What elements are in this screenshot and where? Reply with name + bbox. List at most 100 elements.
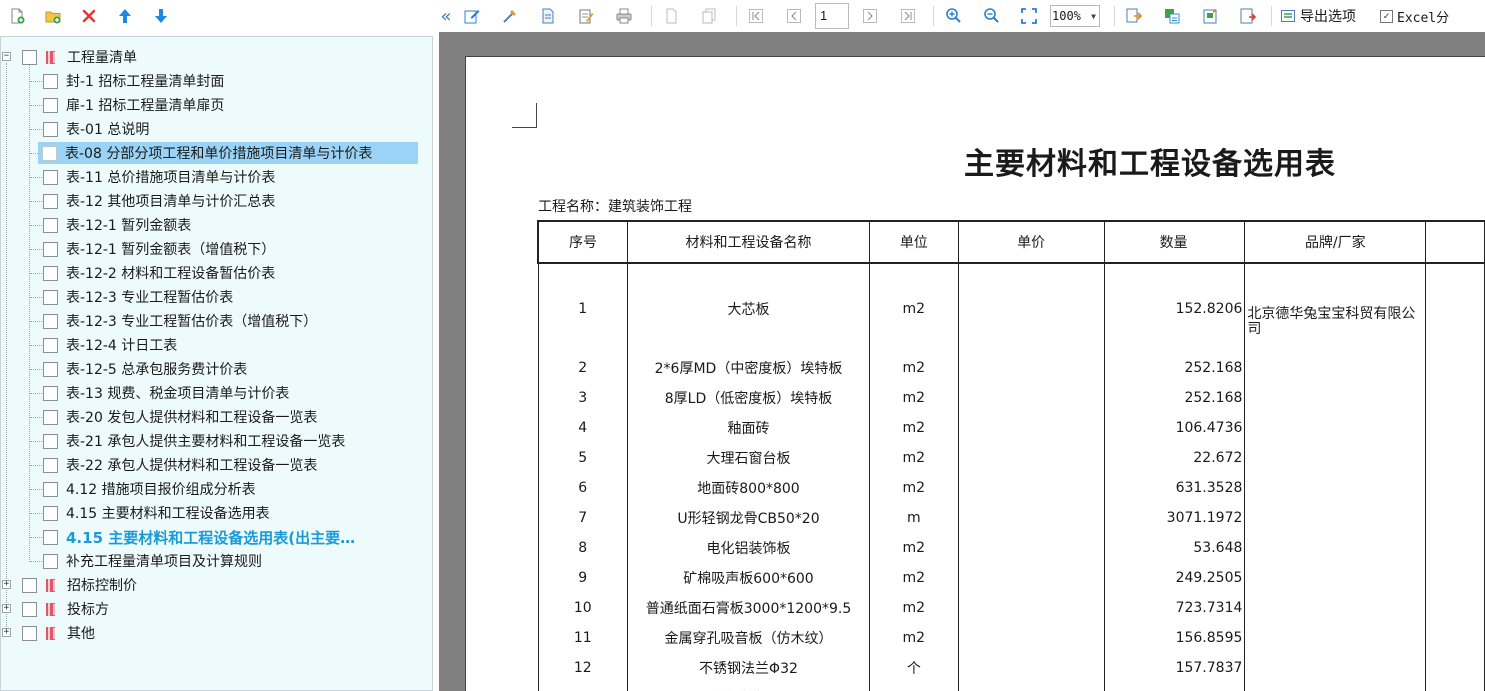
cell-no: 8 xyxy=(537,533,628,563)
cell-quantity: 157.7837 xyxy=(1103,653,1246,683)
expand-node-icon[interactable]: + xyxy=(2,580,11,589)
tree-item-label: 表-12-2 材料和工程设备暂估价表 xyxy=(66,266,276,282)
tree-item-label: 补充工程量清单项目及计算规则 xyxy=(66,554,262,570)
export-page-icon[interactable] xyxy=(1123,5,1145,27)
tree-checkbox[interactable] xyxy=(43,313,58,329)
zoom-select[interactable]: 100% ▼ xyxy=(1050,5,1100,27)
tree-item[interactable]: 表-20 发包人提供材料和工程设备一览表 xyxy=(39,406,317,428)
excel-option-checkbox[interactable]: ✓ Excel分 xyxy=(1380,7,1449,26)
tree-checkbox[interactable] xyxy=(43,289,58,305)
tree-item[interactable]: 表-12-5 总承包服务费计价表 xyxy=(39,358,247,380)
new-folder-icon[interactable] xyxy=(42,5,64,27)
column-header-brand: 品牌/厂家 xyxy=(1244,220,1427,264)
tree-item[interactable]: 表-12-2 材料和工程设备暂估价表 xyxy=(39,262,275,284)
first-page-icon[interactable] xyxy=(745,5,767,27)
tree-item[interactable]: 表-12 其他项目清单与计价汇总表 xyxy=(39,190,275,212)
tree-checkbox[interactable] xyxy=(43,433,58,449)
tree-checkbox[interactable] xyxy=(43,193,58,209)
tree-item[interactable]: 补充工程量清单项目及计算规则 xyxy=(39,550,262,572)
tree-checkbox[interactable] xyxy=(43,409,58,425)
tree-item[interactable]: 表-12-4 计日工表 xyxy=(39,334,177,356)
tree-checkbox[interactable] xyxy=(43,361,58,377)
brand-text xyxy=(1245,653,1417,679)
delete-icon[interactable] xyxy=(78,5,100,27)
tree-checkbox[interactable] xyxy=(43,73,58,89)
tree-checkbox[interactable] xyxy=(22,601,37,617)
tree-item-label: 表-13 规费、税金项目清单与计价表 xyxy=(66,386,290,402)
collapse-panel-icon[interactable]: « xyxy=(435,5,457,27)
report-edit-icon[interactable] xyxy=(575,5,597,27)
expand-node-icon[interactable]: + xyxy=(2,628,11,637)
zoom-out-icon[interactable] xyxy=(980,5,1002,27)
tree-checkbox[interactable] xyxy=(43,97,58,113)
tree-checkbox[interactable] xyxy=(43,121,58,137)
export-file-icon[interactable] xyxy=(1199,5,1221,27)
tree-checkbox[interactable] xyxy=(43,169,58,185)
cell-extra xyxy=(1425,503,1485,533)
collapse-node-icon[interactable]: − xyxy=(2,52,11,61)
page-number-input[interactable]: 1 xyxy=(815,3,849,29)
tree-checkbox[interactable] xyxy=(22,49,37,65)
tree-item[interactable]: 表-11 总价措施项目清单与计价表 xyxy=(39,166,275,188)
tree-item[interactable]: 表-12-3 专业工程暂估价表 xyxy=(39,286,233,308)
tree-checkbox[interactable] xyxy=(43,553,58,569)
tree-root-quantity-list[interactable]: 工程量清单 xyxy=(22,46,137,68)
tree-item[interactable]: 4.12 措施项目报价组成分析表 xyxy=(39,478,256,500)
export-options-button[interactable]: 导出选项 xyxy=(1280,6,1356,26)
tree-item[interactable]: 表-12-1 暂列金额表 xyxy=(39,214,191,236)
edit-icon[interactable] xyxy=(461,5,483,27)
multi-page-icon[interactable] xyxy=(698,5,720,27)
tree-checkbox[interactable] xyxy=(43,505,58,521)
table-header-row: 序号 材料和工程设备名称 单位 单价 数量 品牌/厂家 xyxy=(536,220,1485,264)
fit-page-icon[interactable] xyxy=(1018,5,1040,27)
tree-item[interactable]: 表-08 分部分项工程和单价措施项目清单与计价表 xyxy=(38,142,418,164)
tree-checkbox[interactable] xyxy=(43,265,58,281)
cell-quantity: 252.168 xyxy=(1103,353,1246,383)
tree-checkbox[interactable] xyxy=(43,529,58,545)
export-pdf-icon[interactable] xyxy=(1237,5,1259,27)
report-preview-area[interactable]: 主要材料和工程设备选用表 工程名称：建筑装饰工程 序号 材料和工程设备名称 单位… xyxy=(439,32,1485,691)
page-setup-icon[interactable] xyxy=(537,5,559,27)
export-excel-icon[interactable] xyxy=(1161,5,1183,27)
tree-checkbox[interactable] xyxy=(43,385,58,401)
chevron-down-icon: ▼ xyxy=(1091,11,1096,21)
last-page-icon[interactable] xyxy=(897,5,919,27)
tree-item[interactable]: 封-1 招标工程量清单封面 xyxy=(39,70,224,92)
tree-checkbox[interactable] xyxy=(43,481,58,497)
tree-checkbox[interactable] xyxy=(43,457,58,473)
tree-checkbox[interactable] xyxy=(22,577,37,593)
move-down-icon[interactable] xyxy=(150,5,172,27)
tree-item[interactable]: 表-21 承包人提供主要材料和工程设备一览表 xyxy=(39,430,345,452)
cell-quantity: 106.4736 xyxy=(1103,413,1246,443)
tree-root-control-price[interactable]: 招标控制价 xyxy=(22,574,137,596)
tree-checkbox[interactable] xyxy=(43,241,58,257)
previous-page-icon[interactable] xyxy=(783,5,805,27)
move-up-icon[interactable] xyxy=(114,5,136,27)
tree-item[interactable]: 4.15 主要材料和工程设备选用表(出主要… xyxy=(39,526,355,548)
print-icon[interactable] xyxy=(613,5,635,27)
tree-item[interactable]: 表-01 总说明 xyxy=(39,118,149,140)
tree-root-other[interactable]: 其他 xyxy=(22,622,95,644)
zoom-in-icon[interactable] xyxy=(942,5,964,27)
single-page-icon[interactable] xyxy=(660,5,682,27)
tree-root-bidder[interactable]: 投标方 xyxy=(22,598,109,620)
cell-material-name: 电化铝装饰板 xyxy=(626,533,871,563)
tree-item[interactable]: 表-22 承包人提供材料和工程设备一览表 xyxy=(39,454,317,476)
tree-item[interactable]: 扉-1 招标工程量清单扉页 xyxy=(39,94,224,116)
cell-unit-price xyxy=(957,263,1105,353)
cell-unit-price xyxy=(957,383,1105,413)
tree-item[interactable]: 4.15 主要材料和工程设备选用表 xyxy=(39,502,270,524)
tree-item[interactable]: 表-13 规费、税金项目清单与计价表 xyxy=(39,382,289,404)
cell-brand xyxy=(1244,473,1427,503)
tree-checkbox[interactable] xyxy=(43,217,58,233)
design-icon[interactable] xyxy=(499,5,521,27)
new-file-icon[interactable] xyxy=(6,5,28,27)
tree-item[interactable]: 表-12-3 专业工程暂估价表（增值税下） xyxy=(39,310,317,332)
tree-checkbox[interactable] xyxy=(22,625,37,641)
next-page-icon[interactable] xyxy=(859,5,881,27)
tree-item[interactable]: 表-12-1 暂列金额表（增值税下） xyxy=(39,238,275,260)
tree-checkbox[interactable] xyxy=(43,337,58,353)
brand-text xyxy=(1245,353,1417,379)
tree-checkbox[interactable] xyxy=(42,145,57,161)
expand-node-icon[interactable]: + xyxy=(2,604,11,613)
